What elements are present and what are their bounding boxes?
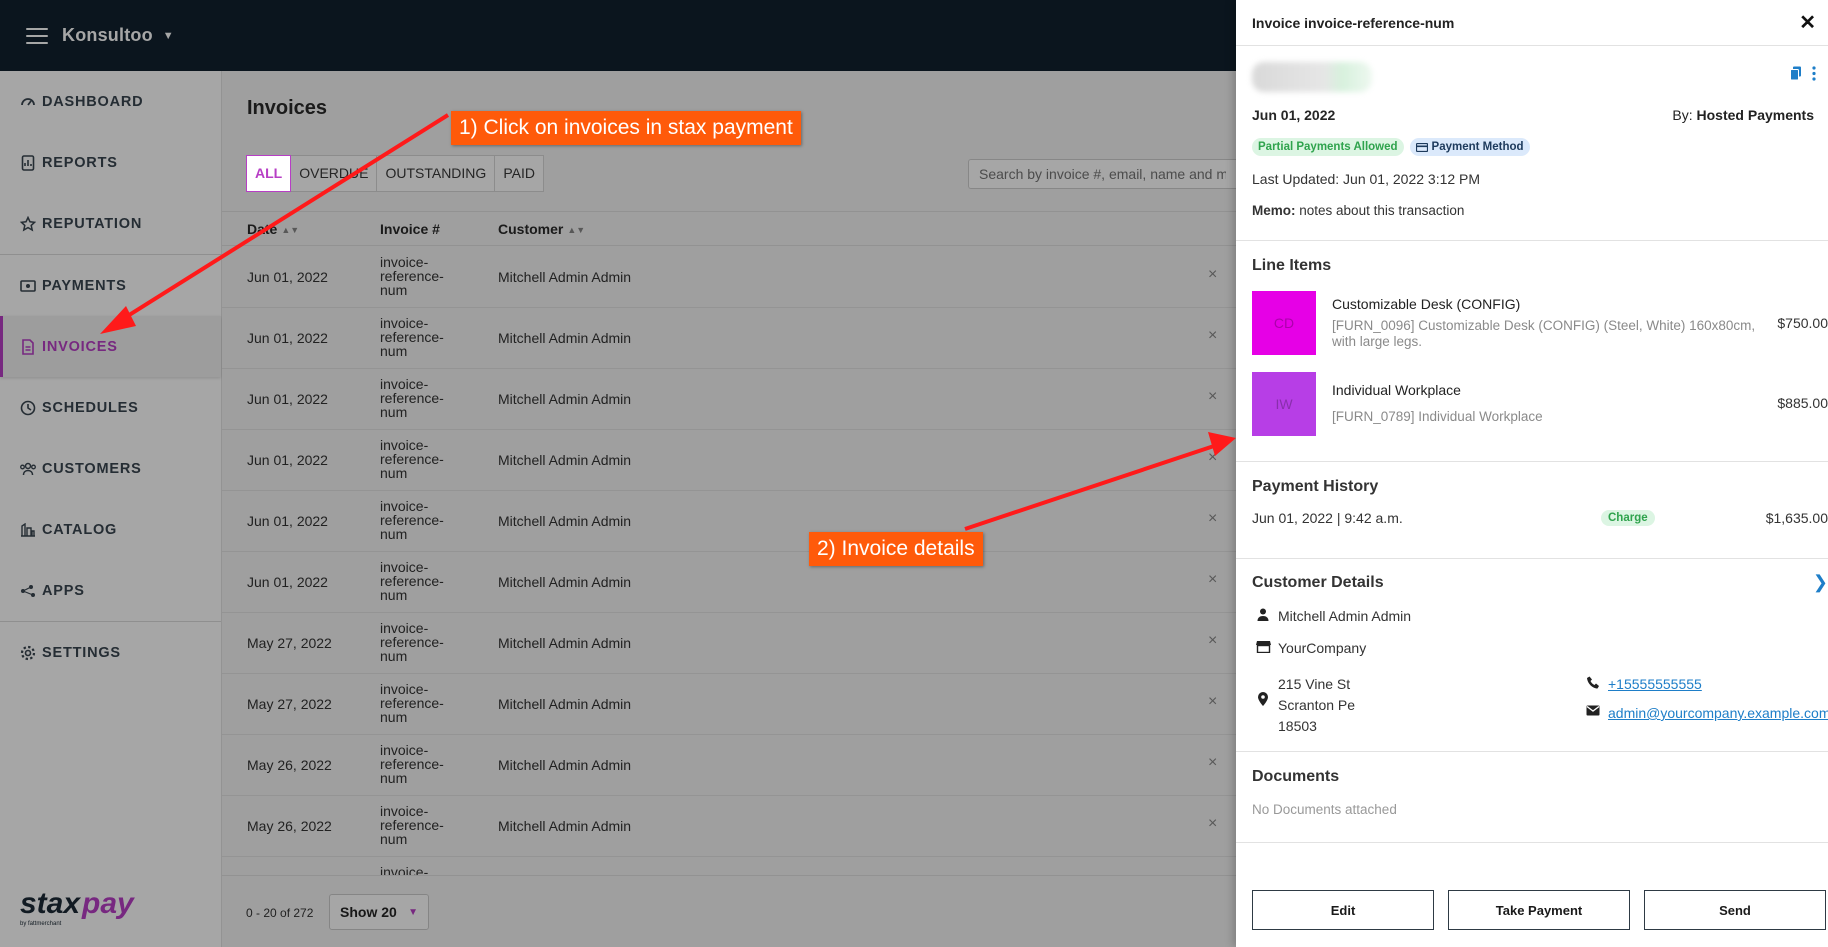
drawer-tools (1790, 66, 1816, 86)
card-icon (1415, 142, 1428, 152)
divider (1236, 842, 1828, 843)
store-icon (1252, 640, 1274, 653)
invoice-date: Jun 01, 2022 (1252, 107, 1336, 123)
location-pin-icon (1252, 692, 1274, 706)
line-item-name: Individual Workplace (1332, 382, 1461, 398)
person-icon (1252, 608, 1274, 621)
memo: Memo: notes about this transaction (1252, 203, 1465, 218)
payment-method-badge: Payment Method (1409, 138, 1530, 156)
edit-button[interactable]: Edit (1252, 890, 1434, 930)
documents-empty-text: No Documents attached (1252, 802, 1397, 817)
customer-details-title: Customer Details (1252, 574, 1384, 591)
divider (1236, 558, 1828, 559)
filter-all[interactable]: ALL (246, 155, 292, 192)
line-item-description: [FURN_0789] Individual Workplace (1332, 409, 1543, 424)
line-item-price: $885.00 (1777, 395, 1828, 411)
customer-phone: +15555555555 (1582, 676, 1702, 692)
line-item-price: $750.00 (1777, 315, 1828, 331)
more-vertical-icon[interactable] (1812, 66, 1816, 86)
payment-amount: $1,635.00 (1765, 510, 1828, 526)
blurred-amount (1252, 62, 1372, 92)
invoice-details-drawer: Invoice invoice-reference-num ✕ Jun 01, … (1236, 0, 1828, 947)
divider (1236, 240, 1828, 241)
customer-email: admin@yourcompany.example.com (1582, 705, 1828, 721)
drawer-actions: Edit Take Payment Send (1252, 890, 1826, 930)
payment-type-badge: Charge (1601, 510, 1655, 526)
last-updated: Last Updated: Jun 01, 2022 3:12 PM (1252, 171, 1481, 187)
copy-icon[interactable] (1790, 66, 1802, 86)
payment-date: Jun 01, 2022 | 9:42 a.m. (1252, 510, 1403, 526)
line-item-name: Customizable Desk (CONFIG) (1332, 296, 1521, 312)
chevron-right-icon[interactable]: ❯ (1813, 572, 1828, 593)
customer-name: Mitchell Admin Admin (1252, 608, 1411, 624)
payment-history-title: Payment History (1252, 478, 1379, 495)
annotation-step2: 2) Invoice details (809, 532, 983, 566)
partial-payments-badge: Partial Payments Allowed (1252, 138, 1404, 156)
send-button[interactable]: Send (1644, 890, 1826, 930)
documents-title: Documents (1252, 768, 1340, 785)
divider (1236, 751, 1828, 752)
line-items-title: Line Items (1252, 257, 1332, 274)
customer-company: YourCompany (1252, 640, 1366, 656)
invoice-created-by: By: Hosted Payments (1672, 107, 1814, 123)
line-item-thumbnail: IW (1252, 372, 1316, 436)
phone-icon (1582, 676, 1604, 689)
drawer-title: Invoice invoice-reference-num (1252, 15, 1455, 31)
line-item-description: [FURN_0096] Customizable Desk (CONFIG) (… (1332, 318, 1756, 349)
customer-address: 215 Vine St Scranton Pe 18503 (1252, 674, 1355, 737)
invoice-badges: Partial Payments Allowed Payment Method (1252, 138, 1530, 156)
drawer-header: Invoice invoice-reference-num ✕ (1236, 0, 1828, 46)
mail-icon (1582, 705, 1604, 716)
take-payment-button[interactable]: Take Payment (1448, 890, 1630, 930)
line-item-thumbnail: CD (1252, 291, 1316, 355)
annotation-step1: 1) Click on invoices in stax payment (451, 111, 801, 145)
close-icon[interactable]: ✕ (1799, 10, 1816, 35)
divider (1236, 461, 1828, 462)
